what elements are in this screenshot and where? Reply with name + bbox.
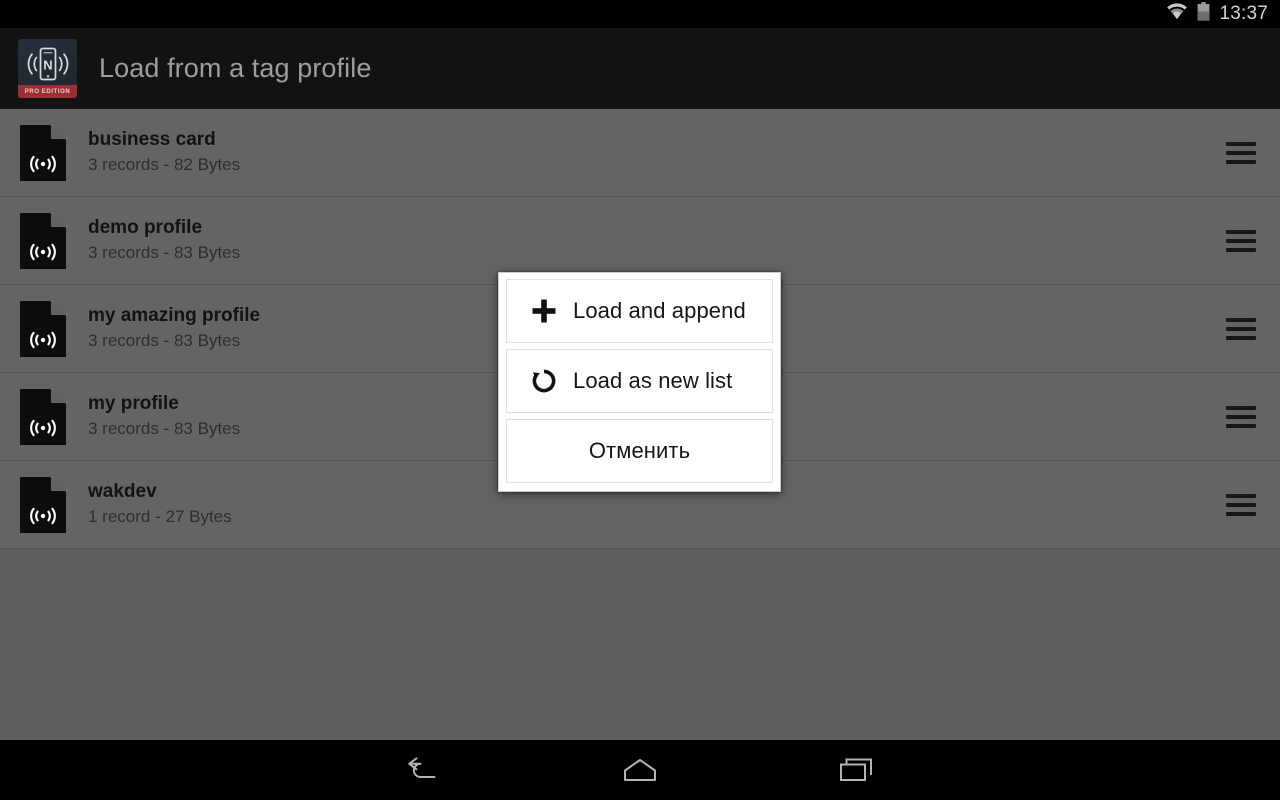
pro-edition-badge: PRO EDITION xyxy=(18,85,77,98)
load-and-append-label: Load and append xyxy=(573,298,746,323)
nfc-phone-icon: N xyxy=(18,43,77,85)
plus-icon xyxy=(529,296,559,326)
page-title: Load from a tag profile xyxy=(99,53,372,83)
recents-icon[interactable] xyxy=(797,740,917,800)
list-item-subtitle: 3 records - 83 Bytes xyxy=(88,243,241,263)
load-profile-dialog: Load and append Load as new list Отменит… xyxy=(498,272,781,492)
list-item-title: demo profile xyxy=(88,216,203,238)
list-item-text: demo profile 3 records - 83 Bytes xyxy=(88,216,1226,266)
rotate-refresh-icon xyxy=(529,366,559,396)
back-arrow-icon[interactable] xyxy=(364,740,484,800)
list-item-title: business card xyxy=(88,128,216,150)
status-bar-clock: 13:37 xyxy=(1219,3,1268,24)
list-item[interactable]: business card 3 records - 82 Bytes xyxy=(0,109,1280,197)
android-screen: 13:37 N PRO EDITION Load from a tag prof… xyxy=(0,0,1280,800)
wifi-icon xyxy=(1166,3,1188,25)
status-bar-icons: 13:37 xyxy=(1166,2,1268,26)
nfc-tag-document-icon xyxy=(20,300,66,357)
action-bar: N PRO EDITION Load from a tag profile xyxy=(0,28,1280,109)
nfc-tag-document-icon xyxy=(20,388,66,445)
cancel-button[interactable]: Отменить xyxy=(506,419,773,483)
nfc-tag-document-icon xyxy=(20,212,66,269)
cancel-label: Отменить xyxy=(588,438,691,463)
drag-handle-icon[interactable] xyxy=(1226,141,1256,164)
drag-handle-icon[interactable] xyxy=(1226,405,1256,428)
battery-icon xyxy=(1197,2,1210,26)
nfc-tag-document-icon xyxy=(20,124,66,181)
drag-handle-icon[interactable] xyxy=(1226,229,1256,252)
home-icon[interactable] xyxy=(580,740,700,800)
load-as-new-list-button[interactable]: Load as new list xyxy=(506,349,773,413)
app-icon[interactable]: N PRO EDITION xyxy=(18,39,77,98)
drag-handle-icon[interactable] xyxy=(1226,317,1256,340)
status-bar: 13:37 xyxy=(0,0,1280,28)
nfc-tag-document-icon xyxy=(20,476,66,533)
navigation-bar xyxy=(0,740,1280,800)
list-item-text: business card 3 records - 82 Bytes xyxy=(88,128,1226,178)
list-item-subtitle: 1 record - 27 Bytes xyxy=(88,507,232,527)
load-as-new-list-label: Load as new list xyxy=(573,368,733,393)
load-and-append-button[interactable]: Load and append xyxy=(506,279,773,343)
drag-handle-icon[interactable] xyxy=(1226,493,1256,516)
svg-text:N: N xyxy=(43,57,52,72)
list-item-subtitle: 3 records - 82 Bytes xyxy=(88,155,241,175)
